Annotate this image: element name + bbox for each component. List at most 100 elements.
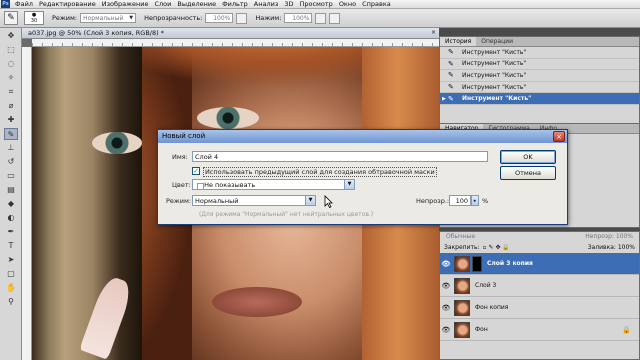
crop-tool-icon[interactable]: ⌗ <box>4 86 18 98</box>
history-row[interactable]: ✎ Инструмент "Кисть" <box>440 82 639 94</box>
dodge-tool-icon[interactable]: ◐ <box>4 212 18 224</box>
menu-window[interactable]: Окно <box>336 0 359 9</box>
history-row[interactable]: ✎ Инструмент "Кисть" <box>440 70 639 82</box>
eraser-tool-icon[interactable]: ▭ <box>4 170 18 182</box>
clone-stamp-tool-icon[interactable]: ⊥ <box>4 142 18 154</box>
color-select[interactable]: Не показывать ▼ <box>192 179 355 190</box>
layers-blend-mode[interactable]: Обычные Непрозр: 100% <box>440 232 639 242</box>
history-row-selected[interactable]: ▶ ✎ Инструмент "Кисть" <box>440 93 639 105</box>
blur-tool-icon[interactable]: ◆ <box>4 198 18 210</box>
path-select-tool-icon[interactable]: ➤ <box>4 254 18 266</box>
chevron-down-icon: ▼ <box>344 180 354 189</box>
airbrush-toggle-icon[interactable] <box>315 12 327 24</box>
layer-row[interactable]: 👁 Фон 🔒 <box>440 319 639 341</box>
dialog-titlebar[interactable]: Новый слой × <box>158 130 567 143</box>
close-icon[interactable]: × <box>553 131 565 142</box>
layers-lock-row: Закрепить: ▫ ✎ ✥ 🔒 Заливка: 100% <box>440 242 639 253</box>
layers-opacity[interactable]: Непрозр: 100% <box>585 232 633 242</box>
tab-actions[interactable]: Операции <box>476 37 518 46</box>
close-icon[interactable]: × <box>430 30 437 37</box>
mode-select[interactable]: Нормальный ▼ <box>80 13 137 23</box>
menu-layers[interactable]: Слои <box>151 0 174 9</box>
pressure-opacity-toggle-icon[interactable] <box>236 12 248 24</box>
zoom-tool-icon[interactable]: ⚲ <box>4 296 18 308</box>
opacity-field-value: 100% <box>213 14 231 22</box>
lock-icon: 🔒 <box>622 325 631 334</box>
brush-tool-icon[interactable]: ✎ <box>4 11 18 25</box>
healing-brush-tool-icon[interactable]: ✚ <box>4 114 18 126</box>
menu-view[interactable]: Просмотр <box>296 0 335 9</box>
mode-select[interactable]: Нормальный ▼ <box>192 195 316 206</box>
eye-icon[interactable]: 👁 <box>440 282 452 290</box>
photo-eye <box>92 132 142 154</box>
opacity-input[interactable]: 100 <box>449 195 471 206</box>
neutral-color-hint: (Для режима "Нормальный" нет нейтральных… <box>199 211 374 218</box>
toolbox: ✥ ⬚ ◌ ✧ ⌗ ⌀ ✚ ✎ ⊥ ↺ ▭ ▤ ◆ ◐ ✒ T ➤ ▢ ✋ ⚲ <box>0 28 22 360</box>
menu-help[interactable]: Справка <box>359 0 394 9</box>
opacity-label: Непрозрачность: <box>144 14 203 22</box>
opacity-field[interactable]: 100% <box>205 13 234 23</box>
clip-mask-checkbox-label[interactable]: Использовать предыдущий слой для создани… <box>203 167 437 177</box>
eye-icon[interactable]: 👁 <box>440 326 452 334</box>
layer-name-input-value: Слой 4 <box>195 153 219 161</box>
color-select-value: Не показывать <box>204 181 256 189</box>
shape-tool-icon[interactable]: ▢ <box>4 268 18 280</box>
menu-edit[interactable]: Редактирование <box>36 0 99 9</box>
menu-3d[interactable]: 3D <box>281 0 296 9</box>
pen-tool-icon[interactable]: ✒ <box>4 226 18 238</box>
layers-panel: Обычные Непрозр: 100% Закрепить: ▫ ✎ ✥ 🔒… <box>439 231 640 360</box>
brush-size-picker[interactable]: ● 30 <box>24 11 44 25</box>
layers-fill-value: 100% <box>617 244 635 251</box>
gradient-tool-icon[interactable]: ▤ <box>4 184 18 196</box>
menu-select[interactable]: Выделение <box>174 0 219 9</box>
brush-icon: ✎ <box>448 48 454 57</box>
menu-bar: Ps Файл Редактирование Изображение Слои … <box>0 0 640 9</box>
layer-name: Фон <box>475 326 488 333</box>
menu-file[interactable]: Файл <box>12 0 36 9</box>
eye-icon[interactable]: 👁 <box>440 304 452 312</box>
ok-button[interactable]: OK <box>500 150 556 164</box>
history-row[interactable]: ✎ Инструмент "Кисть" <box>440 59 639 71</box>
layers-lock-label: Закрепить: <box>444 244 480 251</box>
layer-name: Фон копия <box>475 304 509 311</box>
pressure-field[interactable]: 100% <box>284 13 313 23</box>
lock-icons[interactable]: ▫ ✎ ✥ 🔒 <box>483 242 510 253</box>
layer-name-input[interactable]: Слой 4 <box>192 151 488 162</box>
tablet-pressure-icon[interactable] <box>329 12 341 24</box>
menu-analysis[interactable]: Анализ <box>251 0 282 9</box>
opacity-input-value: 100 <box>455 197 468 205</box>
marquee-tool-icon[interactable]: ⬚ <box>4 44 18 56</box>
mouse-cursor-icon <box>324 195 333 208</box>
brush-tool-icon-active[interactable]: ✎ <box>4 128 18 140</box>
lasso-tool-icon[interactable]: ◌ <box>4 58 18 70</box>
hand-tool-icon[interactable]: ✋ <box>4 282 18 294</box>
color-swatch-icon <box>197 182 204 190</box>
document-tab[interactable]: a037.jpg @ 50% (Слой 3 копия, RGB/8) * × <box>22 28 439 39</box>
menu-filter[interactable]: Фильтр <box>219 0 251 9</box>
vertical-ruler <box>22 47 32 360</box>
layer-row-selected[interactable]: 👁 Слой 3 копия <box>440 253 639 275</box>
chevron-down-icon: ▼ <box>305 196 315 205</box>
layers-opacity-value: 100% <box>615 233 633 240</box>
tab-history[interactable]: История <box>440 37 477 46</box>
magic-wand-tool-icon[interactable]: ✧ <box>4 72 18 84</box>
menu-image[interactable]: Изображение <box>99 0 152 9</box>
history-brush-tool-icon[interactable]: ↺ <box>4 156 18 168</box>
layer-row[interactable]: 👁 Фон копия <box>440 297 639 319</box>
eyedropper-tool-icon[interactable]: ⌀ <box>4 100 18 112</box>
layer-mask-thumbnail[interactable] <box>472 255 482 272</box>
history-panel-tabs: История Операции <box>440 37 639 47</box>
layer-thumbnail <box>454 321 470 338</box>
layer-row[interactable]: 👁 Слой 3 <box>440 275 639 297</box>
opacity-unit: % <box>482 197 489 205</box>
clip-mask-checkbox[interactable]: ✓ <box>192 167 200 175</box>
layers-fill[interactable]: Заливка: 100% <box>588 242 635 253</box>
move-tool-icon[interactable]: ✥ <box>4 30 18 42</box>
type-tool-icon[interactable]: T <box>4 240 18 252</box>
photo-lips <box>212 287 302 317</box>
chevron-down-icon: ▼ <box>129 15 134 21</box>
chevron-right-icon[interactable]: ▸ <box>471 195 479 206</box>
eye-icon[interactable]: 👁 <box>440 260 452 268</box>
cancel-button[interactable]: Отмена <box>500 166 556 180</box>
history-row[interactable]: ✎ Инструмент "Кисть" <box>440 47 639 59</box>
